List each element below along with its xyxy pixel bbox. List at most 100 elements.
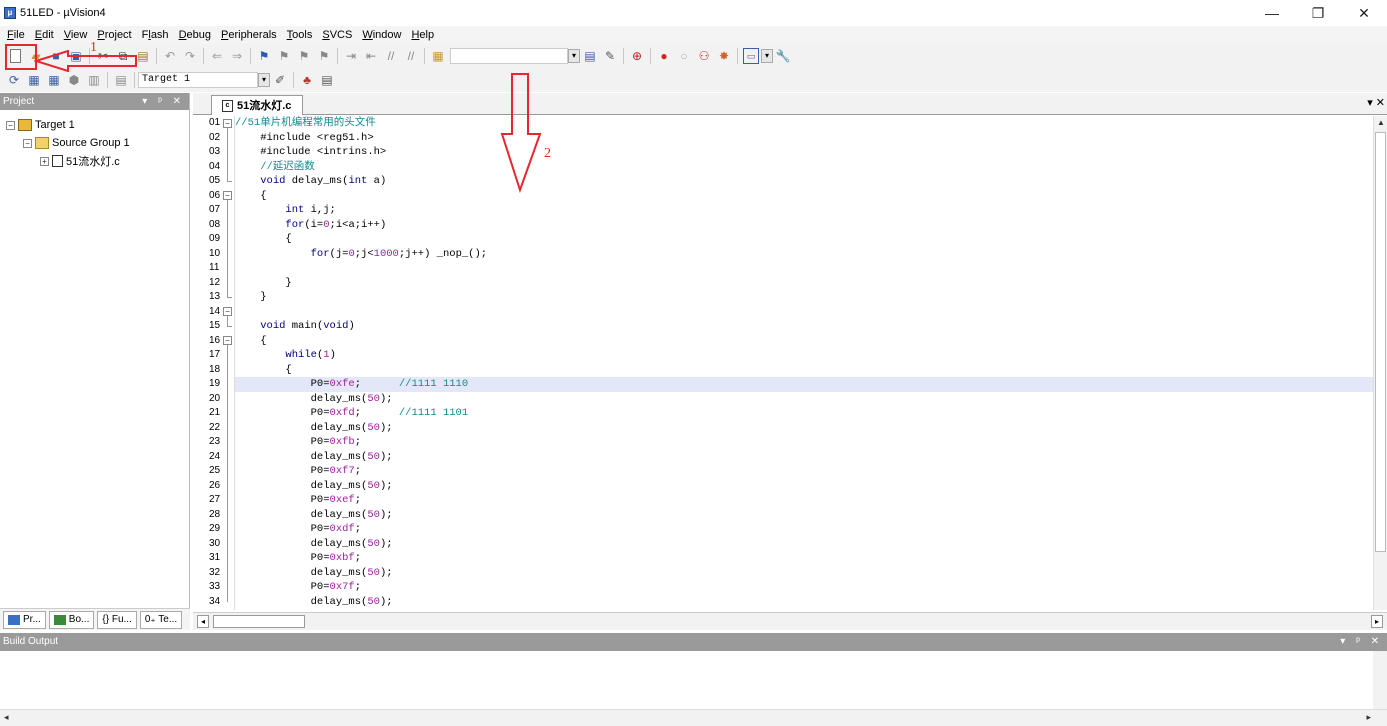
code-line[interactable]: { (235, 232, 1375, 247)
panel-controls[interactable]: ▾ ᵖ ✕ (142, 93, 189, 110)
code-line[interactable]: delay_ms(50); (235, 421, 1375, 436)
menu-window[interactable]: Window (357, 29, 406, 41)
project-tree-item[interactable]: +51流水灯.c (40, 152, 120, 170)
find-in-files-icon[interactable]: ▦ (430, 48, 446, 64)
code-line[interactable]: delay_ms(50); (235, 479, 1375, 494)
code-line[interactable]: P0=0xdf; (235, 522, 1375, 537)
window-layout-dropdown[interactable]: ▾ (761, 49, 773, 63)
manage-components-icon[interactable]: ♣ (299, 72, 315, 88)
code-line[interactable]: P0=0xfd; //1111 1101 (235, 406, 1375, 421)
tab-books[interactable]: Bo... (48, 610, 95, 629)
configure-icon[interactable]: 🔧 (775, 48, 791, 64)
code-line[interactable]: P0=0xfb; (235, 435, 1375, 450)
manage-books-icon[interactable]: ▤ (319, 72, 335, 88)
code-line[interactable]: #include <reg51.h> (235, 131, 1375, 146)
target-combo-dropdown[interactable]: ▾ (258, 73, 270, 87)
code-line[interactable]: void main(void) (235, 319, 1375, 334)
editor-vertical-scrollbar[interactable]: ▲ (1373, 116, 1387, 610)
rebuild-icon[interactable]: ▦ (46, 72, 62, 88)
menu-edit[interactable]: Edit (30, 29, 59, 41)
code-line[interactable]: delay_ms(50); (235, 508, 1375, 523)
code-line[interactable]: P0=0xef; (235, 493, 1375, 508)
build-output-vertical-scrollbar[interactable] (1373, 651, 1387, 709)
code-line[interactable]: P0=0xfe; //1111 1110 (235, 377, 1375, 392)
scroll-right-arrow-icon[interactable]: ▸ (1366, 712, 1371, 723)
build-output-horizontal-scrollbar[interactable]: ◂ ▸ (0, 709, 1387, 726)
bookmark-next-icon[interactable]: ⚑ (296, 48, 312, 64)
translate-icon[interactable]: ⟳ (6, 72, 22, 88)
editor-horizontal-scrollbar[interactable]: ◂ ▸ (193, 612, 1387, 630)
code-area[interactable]: 01−02 03 04 05 06−07 08 09 10 11 12 13 14−15 16−17 18… (193, 116, 1387, 610)
stop-build-icon[interactable]: ▥ (86, 72, 102, 88)
comment-icon[interactable]: // (383, 48, 399, 64)
code-line[interactable]: //延迟函数 (235, 160, 1375, 175)
breakpoint-disable-icon[interactable]: ○ (676, 48, 692, 64)
restore-button[interactable]: ❐ (1295, 0, 1341, 26)
code-line[interactable]: P0=0xf7; (235, 464, 1375, 479)
menu-peripherals[interactable]: Peripherals (216, 29, 282, 41)
project-tree-item[interactable]: − Source Group 1 (23, 134, 130, 152)
uncomment-icon[interactable]: // (403, 48, 419, 64)
tab-templates[interactable]: 0₊ Te... (139, 610, 183, 629)
incremental-find-icon[interactable]: ✎ (602, 48, 618, 64)
scroll-thumb[interactable] (1375, 132, 1386, 552)
bookmark-toggle-icon[interactable]: ⚑ (256, 48, 272, 64)
tab-functions[interactable]: {} Fu... (97, 610, 137, 629)
panel-controls[interactable]: ▾ ᵖ ✕ (1340, 633, 1387, 651)
code-line[interactable]: for(i=0;i<a;i++) (235, 218, 1375, 233)
build-output-text[interactable] (0, 651, 1387, 709)
code-line[interactable] (235, 261, 1375, 276)
minimize-button[interactable]: — (1249, 0, 1295, 26)
nav-back-icon[interactable]: ⇐ (209, 48, 225, 64)
menu-svcs[interactable]: SVCS (317, 29, 357, 41)
code-line[interactable]: int i,j; (235, 203, 1375, 218)
breakpoint-insert-icon[interactable]: ● (656, 48, 672, 64)
code-line[interactable]: for(j=0;j<1000;j++) _nop_(); (235, 247, 1375, 262)
build-icon[interactable]: ▦ (26, 72, 42, 88)
find-combo-dropdown[interactable]: ▾ (568, 49, 580, 63)
tab-controls[interactable]: ▾ ✕ (1367, 96, 1385, 109)
code-line[interactable]: //51单片机编程常用的头文件 (235, 116, 1375, 131)
code-line[interactable]: P0=0x7f; (235, 580, 1375, 595)
code-line[interactable]: { (235, 334, 1375, 349)
undo-icon[interactable]: ↶ (162, 48, 178, 64)
breakpoint-kill-all-icon[interactable]: ✸ (716, 48, 732, 64)
menu-project[interactable]: Project (92, 29, 136, 41)
code-line[interactable]: delay_ms(50); (235, 566, 1375, 581)
tab-project[interactable]: Pr... (3, 610, 46, 629)
find-combo[interactable] (450, 48, 568, 64)
find-icon[interactable]: ▤ (582, 48, 598, 64)
unindent-icon[interactable]: ⇤ (363, 48, 379, 64)
menu-file[interactable]: File (2, 29, 30, 41)
menu-flash[interactable]: Flash (137, 29, 174, 41)
target-combo[interactable]: Target 1 (138, 72, 258, 88)
breakpoint-disable-all-icon[interactable]: ⚇ (696, 48, 712, 64)
code-line[interactable]: while(1) (235, 348, 1375, 363)
target-options-icon[interactable]: ✐ (272, 72, 288, 88)
menu-help[interactable]: Help (406, 29, 439, 41)
code-line[interactable]: P0=0xbf; (235, 551, 1375, 566)
debug-session-icon[interactable]: ⊕ (629, 48, 645, 64)
window-layout-icon[interactable]: ▭ (743, 48, 759, 64)
project-tree-item[interactable]: − Target 1 (6, 116, 75, 134)
code-line[interactable]: { (235, 363, 1375, 378)
code-line[interactable]: delay_ms(50); (235, 392, 1375, 407)
collapse-icon[interactable]: − (6, 120, 15, 130)
collapse-icon[interactable]: − (23, 138, 32, 148)
code-line[interactable]: } (235, 276, 1375, 291)
code-line[interactable] (235, 305, 1375, 320)
tab-51led-c[interactable]: c 51流水灯.c (211, 95, 303, 115)
nav-forward-icon[interactable]: ⇒ (229, 48, 245, 64)
scroll-right-arrow-icon[interactable]: ▸ (1371, 615, 1383, 628)
menu-debug[interactable]: Debug (174, 29, 216, 41)
batch-build-icon[interactable]: ⬢ (66, 72, 82, 88)
code-line[interactable]: void delay_ms(int a) (235, 174, 1375, 189)
scroll-left-arrow-icon[interactable]: ◂ (197, 615, 209, 628)
code-line[interactable]: { (235, 189, 1375, 204)
scroll-left-arrow-icon[interactable]: ◂ (4, 712, 9, 723)
code-line[interactable]: #include <intrins.h> (235, 145, 1375, 160)
code-line[interactable]: delay_ms(50); (235, 450, 1375, 465)
indent-icon[interactable]: ⇥ (343, 48, 359, 64)
redo-icon[interactable]: ↷ (182, 48, 198, 64)
download-icon[interactable]: ▤ (113, 72, 129, 88)
